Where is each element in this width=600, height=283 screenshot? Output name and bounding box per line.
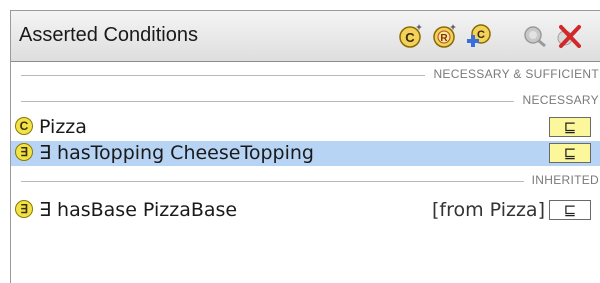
section-necessary-sufficient: NECESSARY & SUFFICIENT (21, 65, 599, 85)
svg-text:+: + (450, 22, 455, 32)
find-icon[interactable] (521, 22, 549, 50)
panel-header: Asserted Conditions C + R + C (11, 11, 600, 62)
section-label: INHERITED (523, 173, 599, 187)
asserted-conditions-panel: Asserted Conditions C + R + C NECESSARY … (10, 10, 600, 283)
section-necessary: NECESSARY (21, 91, 599, 111)
class-icon: C (15, 117, 33, 135)
section-label: NECESSARY (514, 93, 599, 107)
add-restriction-icon[interactable]: R + (431, 22, 459, 50)
subclass-toggle-button[interactable]: ⊑ (549, 117, 591, 137)
divider-line (21, 101, 599, 102)
condition-text: Pizza (39, 116, 87, 138)
condition-text: ∃ hasBase PizzaBase (39, 199, 238, 221)
subclass-toggle-button[interactable]: ⊑ (549, 143, 591, 163)
add-expression-icon[interactable]: C (464, 22, 492, 50)
existential-restriction-icon: ∃ (15, 200, 33, 218)
existential-restriction-icon: ∃ (15, 143, 33, 161)
svg-text:C: C (405, 30, 415, 45)
add-necessary-superclass-icon[interactable]: C + (397, 22, 425, 50)
section-inherited: INHERITED (21, 171, 599, 191)
svg-text:+: + (416, 22, 421, 32)
delete-icon[interactable] (555, 22, 583, 50)
panel-title: Asserted Conditions (19, 24, 198, 46)
condition-row-has-base[interactable]: ∃ ∃ hasBase PizzaBase [from Pizza] ⊑ (11, 198, 600, 223)
svg-text:R: R (440, 33, 448, 44)
condition-row-pizza[interactable]: C Pizza ⊑ (11, 115, 600, 140)
inherited-from-label: [from Pizza] (432, 199, 545, 221)
subclass-toggle-button[interactable]: ⊑ (549, 200, 591, 220)
condition-text: ∃ hasTopping CheeseTopping (39, 142, 314, 164)
section-label: NECESSARY & SUFFICIENT (425, 67, 599, 81)
divider-line (21, 181, 599, 182)
condition-row-has-topping[interactable]: ∃ ∃ hasTopping CheeseTopping ⊑ (11, 141, 600, 166)
